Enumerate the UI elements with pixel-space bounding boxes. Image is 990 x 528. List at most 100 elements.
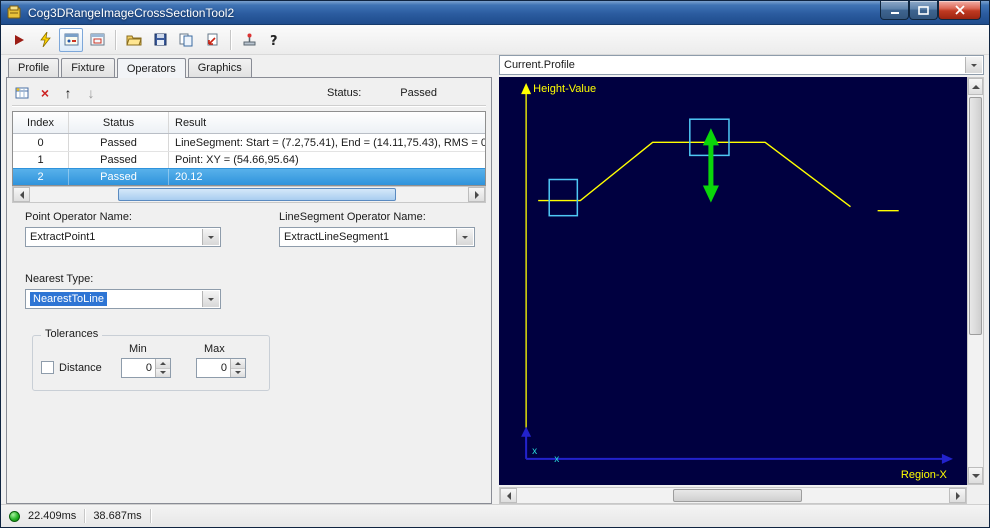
point-operator-combo[interactable]: ExtractPoint1 xyxy=(25,227,221,247)
linesegment-operator-label: LineSegment Operator Name: xyxy=(279,211,426,223)
distance-label: Distance xyxy=(59,361,102,374)
table-horizontal-scrollbar[interactable] xyxy=(12,186,486,203)
tab-profile[interactable]: Profile xyxy=(8,58,60,77)
run-icon[interactable] xyxy=(7,28,31,52)
column-header-status[interactable]: Status xyxy=(69,112,169,133)
toolbar-separator xyxy=(115,29,116,50)
status-value: Passed xyxy=(400,86,437,99)
chevron-down-icon[interactable] xyxy=(202,291,219,307)
save-icon[interactable] xyxy=(148,28,172,52)
move-down-icon[interactable]: ↓ xyxy=(82,84,100,102)
combo-value-selected: NearestToLine xyxy=(30,292,107,306)
point-operator-label: Point Operator Name: xyxy=(25,211,132,223)
plot-horizontal-scrollbar[interactable] xyxy=(499,487,967,504)
min-value: 0 xyxy=(145,362,152,374)
scroll-left-icon[interactable] xyxy=(500,488,517,503)
scrollbar-thumb[interactable] xyxy=(118,188,396,201)
operator-settings: Point Operator Name: ExtractPoint1 LineS… xyxy=(10,203,488,391)
window-title: Cog3DRangeImageCrossSectionTool2 xyxy=(28,5,235,20)
cell-status: Passed xyxy=(69,134,169,151)
run-time: 22.409ms xyxy=(28,510,77,522)
chevron-down-icon[interactable] xyxy=(965,57,982,73)
chevron-down-icon[interactable] xyxy=(202,229,219,245)
minimize-button[interactable] xyxy=(880,1,909,20)
origin-axis-arrow-icon xyxy=(521,426,532,437)
table-row-selected[interactable]: 2 Passed 20.12 xyxy=(13,168,485,185)
tolerances-group: Tolerances Distance Min Max 0 0 xyxy=(32,328,270,391)
column-header-result[interactable]: Result xyxy=(169,112,485,133)
combo-value: Current.Profile xyxy=(504,59,575,71)
maximize-button[interactable] xyxy=(909,1,938,20)
scrollbar-thumb[interactable] xyxy=(969,97,982,336)
graphics-pane: Current.Profile Height-Value x x Region-… xyxy=(499,55,984,504)
origin-marker: x xyxy=(532,446,537,457)
cell-result: LineSegment: Start = (7.2,75.41), End = … xyxy=(175,136,485,149)
scrollbar-track[interactable] xyxy=(517,488,949,503)
add-operator-icon[interactable] xyxy=(13,84,31,102)
record-selector-combo[interactable]: Current.Profile xyxy=(499,55,984,75)
total-time: 38.687ms xyxy=(93,510,142,522)
delete-operator-icon[interactable]: × xyxy=(36,84,54,102)
x-axis-label: Region-X xyxy=(901,469,948,481)
result-display-toggle-icon[interactable] xyxy=(59,27,83,52)
spin-down-icon[interactable] xyxy=(231,368,245,377)
column-header-index[interactable]: Index xyxy=(13,112,69,133)
auto-run-icon[interactable] xyxy=(33,28,57,52)
scroll-right-icon[interactable] xyxy=(949,488,966,503)
linesegment-region-box[interactable] xyxy=(548,178,579,217)
spin-down-icon[interactable] xyxy=(156,368,170,377)
chevron-down-icon[interactable] xyxy=(456,229,473,245)
distance-checkbox[interactable] xyxy=(41,361,54,374)
import-icon[interactable] xyxy=(200,28,224,52)
calibration-icon[interactable] xyxy=(237,28,261,52)
scroll-up-icon[interactable] xyxy=(968,78,983,95)
help-icon[interactable]: ? xyxy=(263,28,287,52)
y-axis-arrow-icon xyxy=(521,83,532,95)
linesegment-operator-combo[interactable]: ExtractLineSegment1 xyxy=(279,227,475,247)
table-header: Index Status Result xyxy=(13,112,485,134)
min-label: Min xyxy=(129,343,147,355)
max-value: 0 xyxy=(220,362,227,374)
close-button[interactable] xyxy=(938,1,981,20)
statusbar: 22.409ms 38.687ms xyxy=(1,504,989,527)
tab-fixture[interactable]: Fixture xyxy=(61,58,115,77)
max-spinner[interactable]: 0 xyxy=(196,358,246,378)
scrollbar-thumb[interactable] xyxy=(672,489,803,502)
origin-marker: x xyxy=(554,454,559,465)
scrollbar-track[interactable] xyxy=(30,187,468,202)
main-area: Profile Fixture Operators Graphics × ↑ ↓… xyxy=(6,55,984,504)
operators-toolbar: × ↑ ↓ Status: Passed xyxy=(10,81,488,104)
spin-up-icon[interactable] xyxy=(231,359,245,369)
cell-result: Point: XY = (54.66,95.64) xyxy=(175,154,299,166)
cell-status: Passed xyxy=(69,152,169,168)
tab-label: Fixture xyxy=(71,62,105,74)
min-spinner[interactable]: 0 xyxy=(121,358,171,378)
floating-window-icon[interactable] xyxy=(85,28,109,52)
tab-operators[interactable]: Operators xyxy=(116,58,186,78)
tab-graphics[interactable]: Graphics xyxy=(187,58,252,77)
tolerances-title: Tolerances xyxy=(41,328,103,340)
copy-results-icon[interactable] xyxy=(174,28,198,52)
nearest-type-combo[interactable]: NearestToLine xyxy=(25,289,221,309)
spin-up-icon[interactable] xyxy=(156,359,170,369)
toolbar-separator xyxy=(230,29,231,50)
table-row[interactable]: 1 Passed Point: XY = (54.66,95.64) xyxy=(13,151,485,168)
table-row[interactable]: 0 Passed LineSegment: Start = (7.2,75.41… xyxy=(13,134,485,151)
app-icon xyxy=(7,5,21,19)
tab-label: Graphics xyxy=(197,62,242,74)
scroll-right-icon[interactable] xyxy=(468,187,485,202)
open-icon[interactable] xyxy=(122,28,146,52)
caption-buttons xyxy=(880,1,981,20)
statusbar-separator xyxy=(149,509,151,523)
parameters-pane: Profile Fixture Operators Graphics × ↑ ↓… xyxy=(6,55,492,504)
scroll-left-icon[interactable] xyxy=(13,187,30,202)
scroll-down-icon[interactable] xyxy=(968,467,983,484)
titlebar[interactable]: Cog3DRangeImageCrossSectionTool2 xyxy=(1,1,989,25)
move-up-icon[interactable]: ↑ xyxy=(59,84,77,102)
status-led-icon xyxy=(9,510,20,522)
tab-label: Profile xyxy=(18,62,50,74)
plot-vertical-scrollbar[interactable] xyxy=(967,77,984,485)
tabstrip: Profile Fixture Operators Graphics xyxy=(6,55,492,78)
scrollbar-track[interactable] xyxy=(968,95,983,467)
profile-plot[interactable]: Height-Value x x Region-X xyxy=(499,77,967,485)
